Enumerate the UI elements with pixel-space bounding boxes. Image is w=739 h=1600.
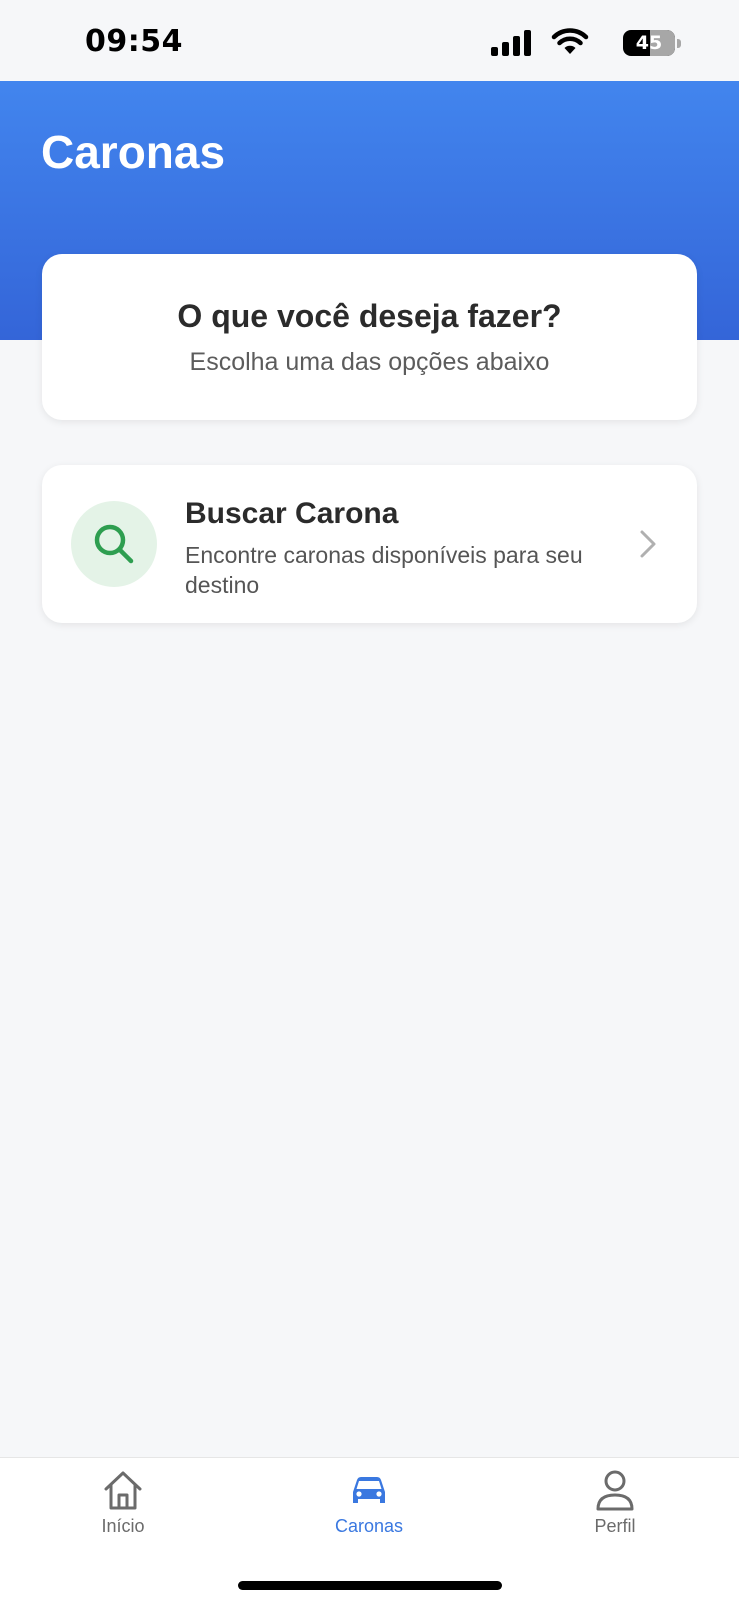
status-time: 09:54 — [85, 24, 183, 59]
page-title: Caronas — [41, 126, 226, 178]
tab-home[interactable]: Início — [53, 1468, 193, 1548]
option-title: Buscar Carona — [185, 497, 399, 530]
person-icon — [596, 1470, 634, 1511]
battery-icon: 45 — [623, 30, 675, 56]
option-description: Encontre caronas disponíveis para seu de… — [185, 542, 583, 598]
status-icons: 45 — [481, 28, 681, 58]
tab-rides-label: Caronas — [334, 1516, 404, 1536]
battery-level: 45 — [635, 32, 663, 54]
question-card: O que você deseja fazer? Escolha uma das… — [42, 254, 697, 420]
cellular-signal-icon — [491, 30, 531, 56]
home-indicator — [238, 1581, 502, 1590]
tab-profile[interactable]: Perfil — [545, 1468, 685, 1548]
home-icon — [104, 1471, 142, 1510]
question-subtitle: Escolha uma das opções abaixo — [189, 348, 550, 376]
tab-home-label: Início — [101, 1516, 145, 1536]
status-bar: 09:54 45 — [0, 0, 739, 81]
search-icon — [94, 524, 134, 564]
battery-tip — [677, 39, 681, 48]
wifi-icon — [551, 28, 589, 54]
question-title: O que você deseja fazer? — [177, 298, 562, 334]
rides-screen: 09:54 45 Caronas O que você deseja fazer… — [0, 0, 739, 1600]
search-ride-option[interactable]: Buscar Carona Encontre caronas disponíve… — [42, 465, 697, 623]
tab-profile-label: Perfil — [594, 1516, 636, 1536]
tab-rides[interactable]: Caronas — [299, 1468, 439, 1548]
search-icon-badge — [71, 501, 157, 587]
car-icon — [353, 1477, 385, 1503]
chevron-right-icon — [640, 530, 656, 558]
tab-bar: Início Caronas Perfil — [0, 1457, 739, 1600]
